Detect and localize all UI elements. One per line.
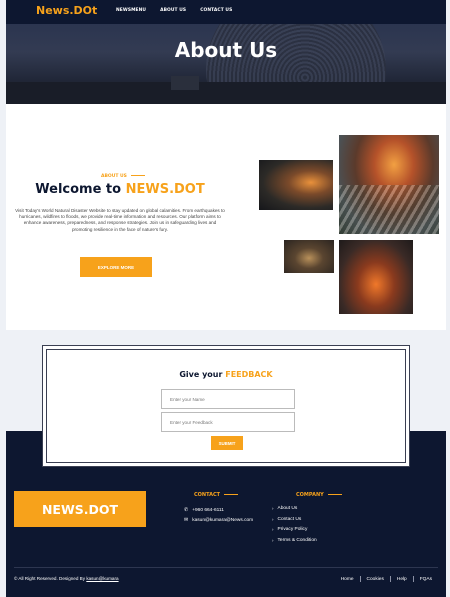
hero-banner: About Us [6, 24, 446, 104]
feedback-card: Give your FEEDBACK SUBMIT [42, 345, 410, 467]
about-section: ABOUT US Welcome to NEWS.DOT Visit Today… [6, 104, 446, 330]
company-link-privacy[interactable]: › Privacy Policy [272, 527, 317, 532]
phone-icon: ✆ [184, 507, 189, 513]
company-link-about[interactable]: › About Us [272, 506, 317, 511]
welcome-prefix: Welcome to [35, 182, 126, 197]
top-navbar: News.DOt NEWSMENU ABOUT US CONTACT US [6, 0, 446, 24]
hero-ground [6, 82, 446, 104]
company-link-contact[interactable]: › Contact Us [272, 517, 317, 522]
feedback-title-accent: FEEDBACK [225, 370, 273, 379]
contact-phone: ✆ +960 664-6111 [184, 507, 224, 513]
feedback-title: Give your FEEDBACK [47, 370, 405, 379]
explore-more-button[interactable]: EXPLORE MORE [80, 257, 152, 277]
company-link-label: About Us [277, 506, 298, 511]
disaster-photo-lava [339, 240, 413, 314]
chevron-right-icon: › [272, 527, 274, 533]
footer-link-help[interactable]: Help [391, 577, 413, 582]
submit-button[interactable]: SUBMIT [211, 436, 243, 450]
feedback-card-inner: Give your FEEDBACK SUBMIT [46, 349, 406, 463]
about-description: Visit Today's World Natural Disaster Web… [15, 208, 225, 232]
footer-logo[interactable]: NEWS.DOT [14, 491, 146, 527]
footer-bottom-links: Home Cookies Help FQAs [335, 576, 438, 582]
hero-hut [171, 76, 199, 90]
disaster-photo-storm [284, 240, 334, 273]
feedback-title-prefix: Give your [179, 370, 226, 379]
chevron-right-icon: › [272, 516, 274, 522]
brand-logo[interactable]: News.DOt [36, 4, 97, 17]
company-link-label: Contact Us [277, 516, 302, 522]
designer-link[interactable]: kasun@kumara [86, 576, 118, 581]
copyright: © All Right Reserved. Designed By kasun@… [14, 576, 119, 581]
email-icon: ✉ [184, 517, 189, 523]
company-link-label: Privacy Policy [277, 527, 308, 533]
nav-menu: NEWSMENU ABOUT US CONTACT US [116, 8, 232, 13]
welcome-heading: Welcome to NEWS.DOT [6, 182, 234, 197]
company-link-terms[interactable]: › Terms & Condition [272, 538, 317, 543]
disaster-photo-wildfire [339, 135, 439, 234]
footer-link-home[interactable]: Home [335, 577, 360, 582]
footer-divider [14, 567, 438, 568]
footer-link-cookies[interactable]: Cookies [361, 577, 390, 582]
name-input[interactable] [161, 389, 295, 409]
page-title: About Us [174, 38, 278, 62]
company-links: › About Us › Contact Us › Privacy Policy › T… [272, 506, 317, 548]
about-tag: ABOUT US [101, 174, 145, 179]
welcome-accent: NEWS.DOT [125, 182, 205, 197]
phone-number: +960 664-6111 [192, 507, 224, 513]
email-address[interactable]: kasun@kumara@News.com [192, 518, 253, 523]
copyright-text: © All Right Reserved. Designed By [14, 576, 87, 581]
disaster-photo-tornado [259, 160, 333, 210]
nav-item-newsmenu[interactable]: NEWSMENU [116, 8, 146, 13]
contact-email: ✉ kasun@kumara@News.com [184, 517, 253, 523]
footer-link-faqs[interactable]: FQAs [414, 577, 438, 582]
chevron-right-icon: › [272, 537, 274, 543]
nav-item-contact-us[interactable]: CONTACT US [200, 8, 232, 13]
page: News.DOt NEWSMENU ABOUT US CONTACT US Ab… [0, 0, 450, 597]
contact-heading: CONTACT [194, 492, 238, 498]
company-heading: COMPANY [296, 492, 342, 498]
nav-item-about-us[interactable]: ABOUT US [160, 8, 186, 13]
company-link-label: Terms & Condition [277, 537, 317, 543]
chevron-right-icon: › [272, 506, 274, 511]
feedback-input[interactable] [161, 412, 295, 432]
